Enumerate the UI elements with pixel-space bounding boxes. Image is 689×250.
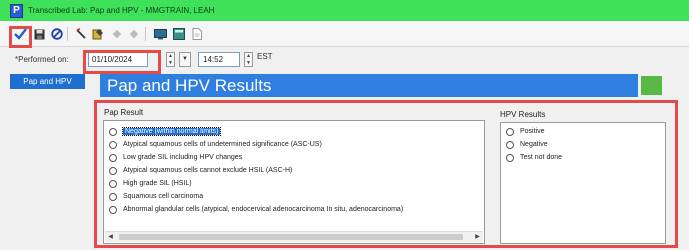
pap-option[interactable]: Low grade SIL including HPV changes xyxy=(109,152,242,163)
hpv-option[interactable]: Negative xyxy=(506,139,548,150)
radio-icon[interactable] xyxy=(506,140,514,149)
document-icon[interactable] xyxy=(190,27,204,41)
calculator-icon[interactable] xyxy=(172,27,186,41)
checkmark-highlight xyxy=(9,26,32,48)
status-indicator xyxy=(641,76,662,95)
pap-result-list[interactable]: Negative (within normal limits) Atypical… xyxy=(103,120,485,244)
toolbar: ◆ ◆ xyxy=(0,21,689,47)
radio-icon[interactable] xyxy=(109,192,117,201)
scrollbar-thumb[interactable] xyxy=(119,234,463,240)
radio-icon[interactable] xyxy=(109,140,117,149)
nav-item-pap-and-hpv[interactable]: Pap and HPV xyxy=(10,74,85,89)
toolbar-separator xyxy=(67,27,68,41)
hpv-option[interactable]: Positive xyxy=(506,126,545,137)
previous-icon[interactable]: ◆ xyxy=(110,27,124,41)
pap-option[interactable]: High grade SIL (HSIL) xyxy=(109,178,192,189)
performed-on-label: *Performed on: xyxy=(15,55,69,64)
radio-icon[interactable] xyxy=(109,205,117,214)
app-icon: P xyxy=(10,3,23,18)
toolbar-separator xyxy=(145,27,146,41)
notes-icon[interactable] xyxy=(91,27,105,41)
spin-down-icon[interactable]: ▼ xyxy=(167,60,174,67)
pap-option[interactable]: Squamous cell carcinoma xyxy=(109,191,203,202)
hpv-results-label: HPV Results xyxy=(500,110,546,119)
scroll-right-icon[interactable]: ▶ xyxy=(472,232,483,242)
hpv-results-list[interactable]: Positive Negative Test not done xyxy=(500,122,666,244)
pap-result-label: Pap Result xyxy=(104,108,144,117)
pap-option[interactable]: Atypical squamous cells cannot exclude H… xyxy=(109,165,292,176)
pap-option[interactable]: Abnormal glandular cells (atypical, endo… xyxy=(109,204,403,215)
tool-icon[interactable] xyxy=(74,27,88,41)
scroll-left-icon[interactable]: ◀ xyxy=(105,232,116,242)
section-title: Pap and HPV Results xyxy=(100,74,638,97)
performed-time-field[interactable] xyxy=(198,52,240,67)
time-spinner[interactable]: ▲ ▼ xyxy=(244,52,253,67)
title-bar: P Transcribed Lab: Pap and HPV - MMGTRAI… xyxy=(0,0,689,21)
horizontal-scrollbar[interactable]: ◀ ▶ xyxy=(105,231,483,242)
radio-icon[interactable] xyxy=(109,179,117,188)
pap-option[interactable]: Negative (within normal limits) xyxy=(109,126,222,137)
radio-icon[interactable] xyxy=(109,153,117,162)
window-title: Transcribed Lab: Pap and HPV - MMGTRAIN,… xyxy=(28,6,215,15)
spin-down-icon[interactable]: ▼ xyxy=(245,60,252,67)
radio-icon[interactable] xyxy=(109,127,117,136)
next-icon[interactable]: ◆ xyxy=(127,27,141,41)
calendar-dropdown-button[interactable]: ▼ xyxy=(179,52,191,67)
radio-icon[interactable] xyxy=(109,166,117,175)
monitor-icon[interactable] xyxy=(153,27,167,41)
timezone-label: EST xyxy=(257,52,273,61)
radio-icon[interactable] xyxy=(506,153,514,162)
save-icon[interactable] xyxy=(32,27,46,41)
radio-icon[interactable] xyxy=(506,127,514,136)
date-spinner[interactable]: ▲ ▼ xyxy=(166,52,175,67)
hpv-option[interactable]: Test not done xyxy=(506,152,562,163)
cancel-icon[interactable] xyxy=(50,27,64,41)
pap-option[interactable]: Atypical squamous cells of undetermined … xyxy=(109,139,322,150)
date-highlight xyxy=(83,50,161,74)
